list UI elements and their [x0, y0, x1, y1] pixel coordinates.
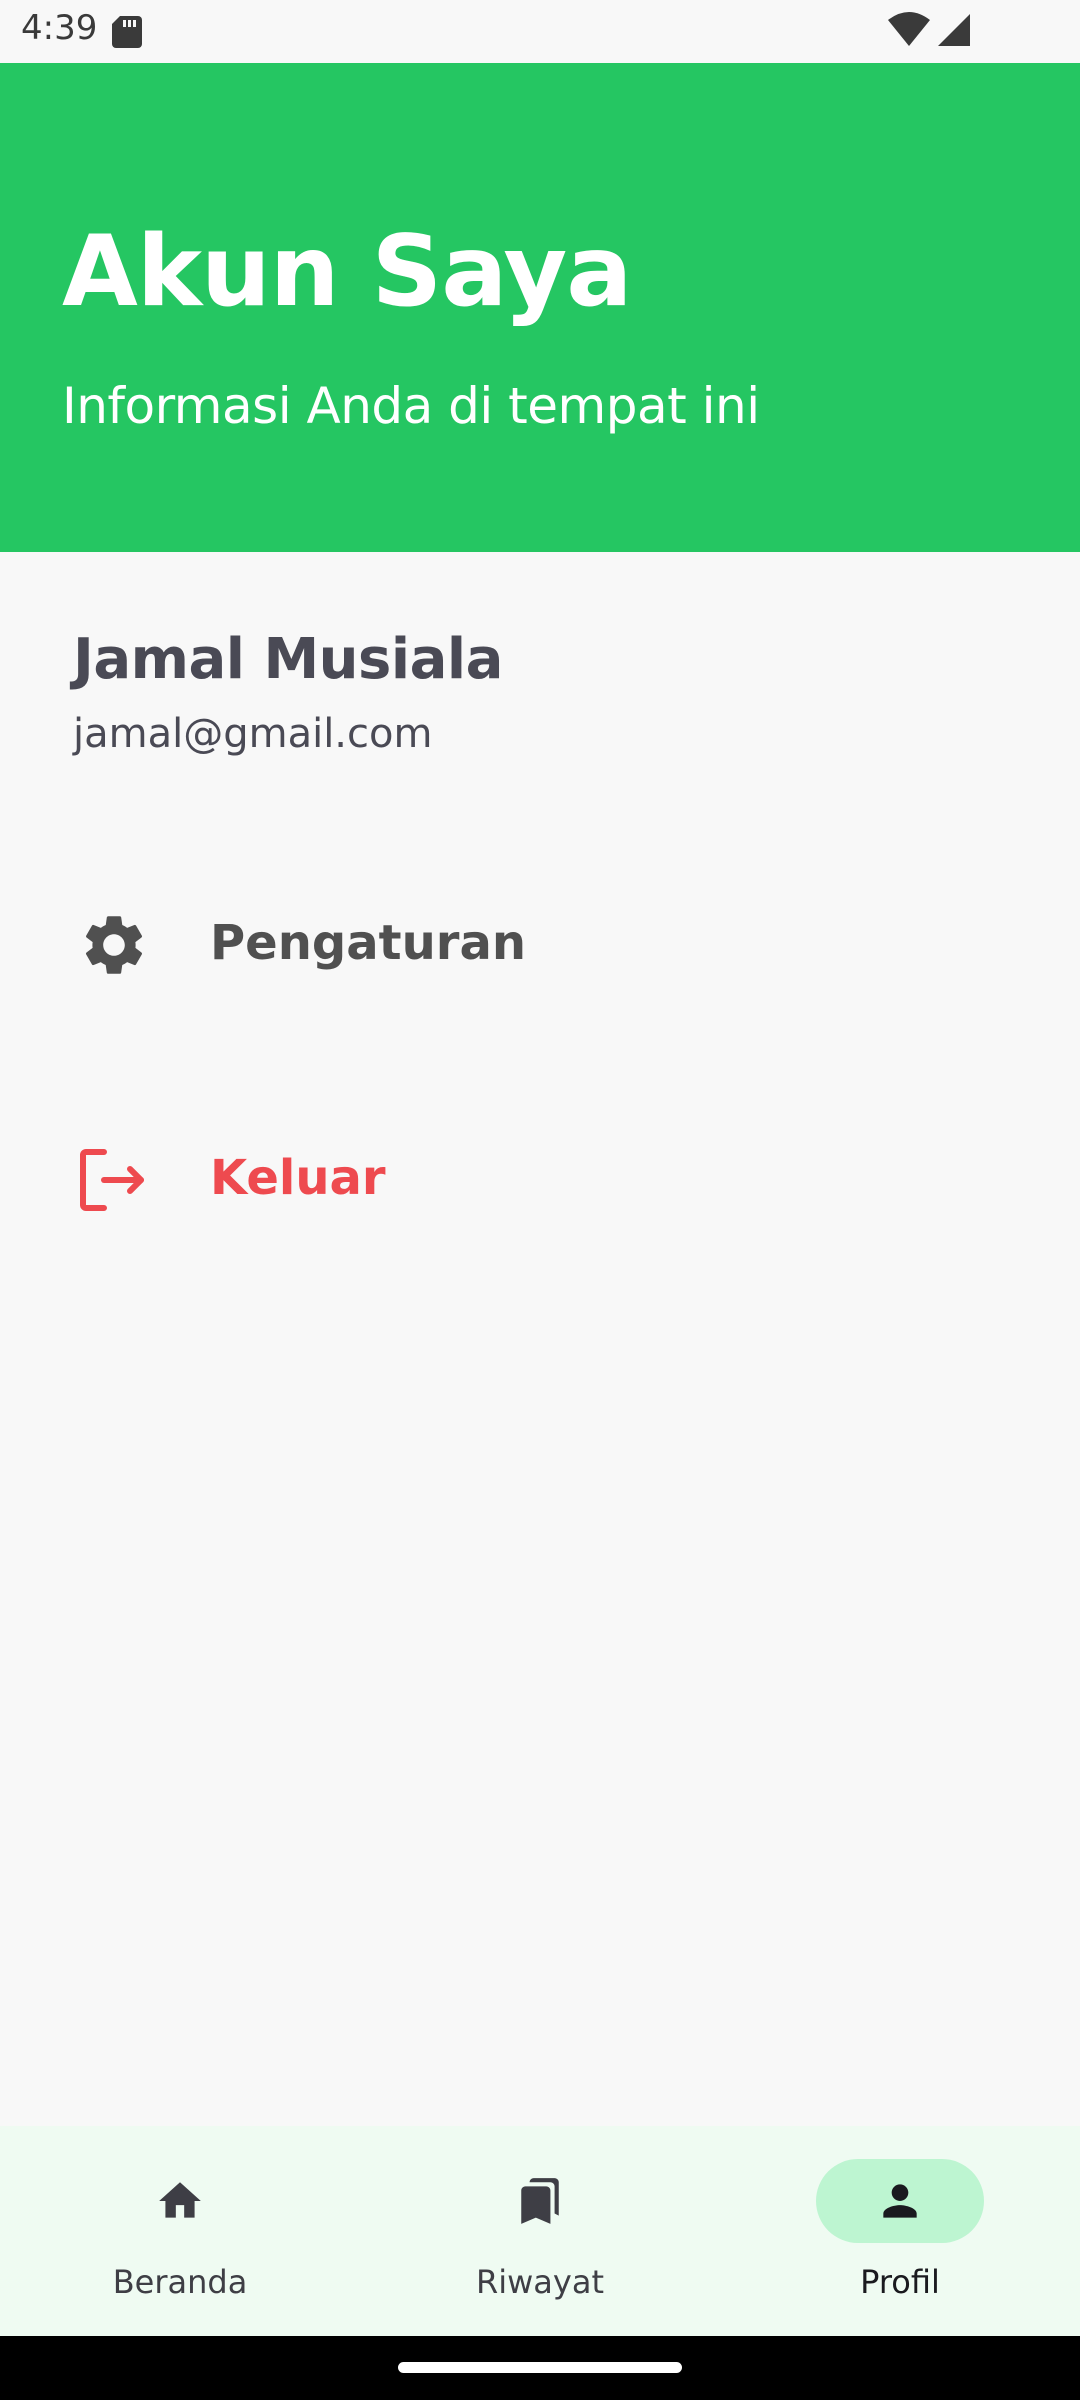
logout-label: Keluar [210, 1150, 386, 1206]
nav-label-riwayat: Riwayat [476, 2263, 604, 2301]
sd-card-icon [112, 16, 142, 48]
nav-item-beranda[interactable]: Beranda [0, 2126, 360, 2336]
home-icon [159, 2182, 201, 2218]
settings-menu-item[interactable]: Pengaturan [0, 873, 1080, 1013]
status-time: 4:39 [21, 8, 98, 48]
nav-label-profil: Profil [860, 2263, 940, 2301]
gear-icon [85, 916, 143, 974]
wifi-icon [888, 12, 930, 46]
logout-menu-item[interactable]: Keluar [0, 1108, 1080, 1248]
status-bar: 4:39 [0, 0, 1080, 63]
nav-label-beranda: Beranda [112, 2263, 248, 2301]
user-email: jamal@gmail.com [73, 711, 433, 757]
signal-icon [938, 14, 970, 46]
settings-label: Pengaturan [210, 915, 527, 971]
person-icon [883, 2184, 917, 2218]
system-navigation-bar [0, 2336, 1080, 2400]
bookmarks-icon [521, 2178, 559, 2224]
page-subtitle: Informasi Anda di tempat ini [62, 377, 760, 435]
logout-icon [80, 1149, 144, 1211]
nav-item-riwayat[interactable]: Riwayat [360, 2126, 720, 2336]
nav-item-profil[interactable]: Profil [720, 2126, 1080, 2336]
user-name: Jamal Musiala [73, 627, 503, 692]
header-banner: Akun Saya Informasi Anda di tempat ini [0, 63, 1080, 552]
page-title: Akun Saya [62, 215, 632, 329]
bottom-navigation: Beranda Riwayat Profil [0, 2126, 1080, 2336]
home-gesture-handle[interactable] [398, 2362, 682, 2373]
